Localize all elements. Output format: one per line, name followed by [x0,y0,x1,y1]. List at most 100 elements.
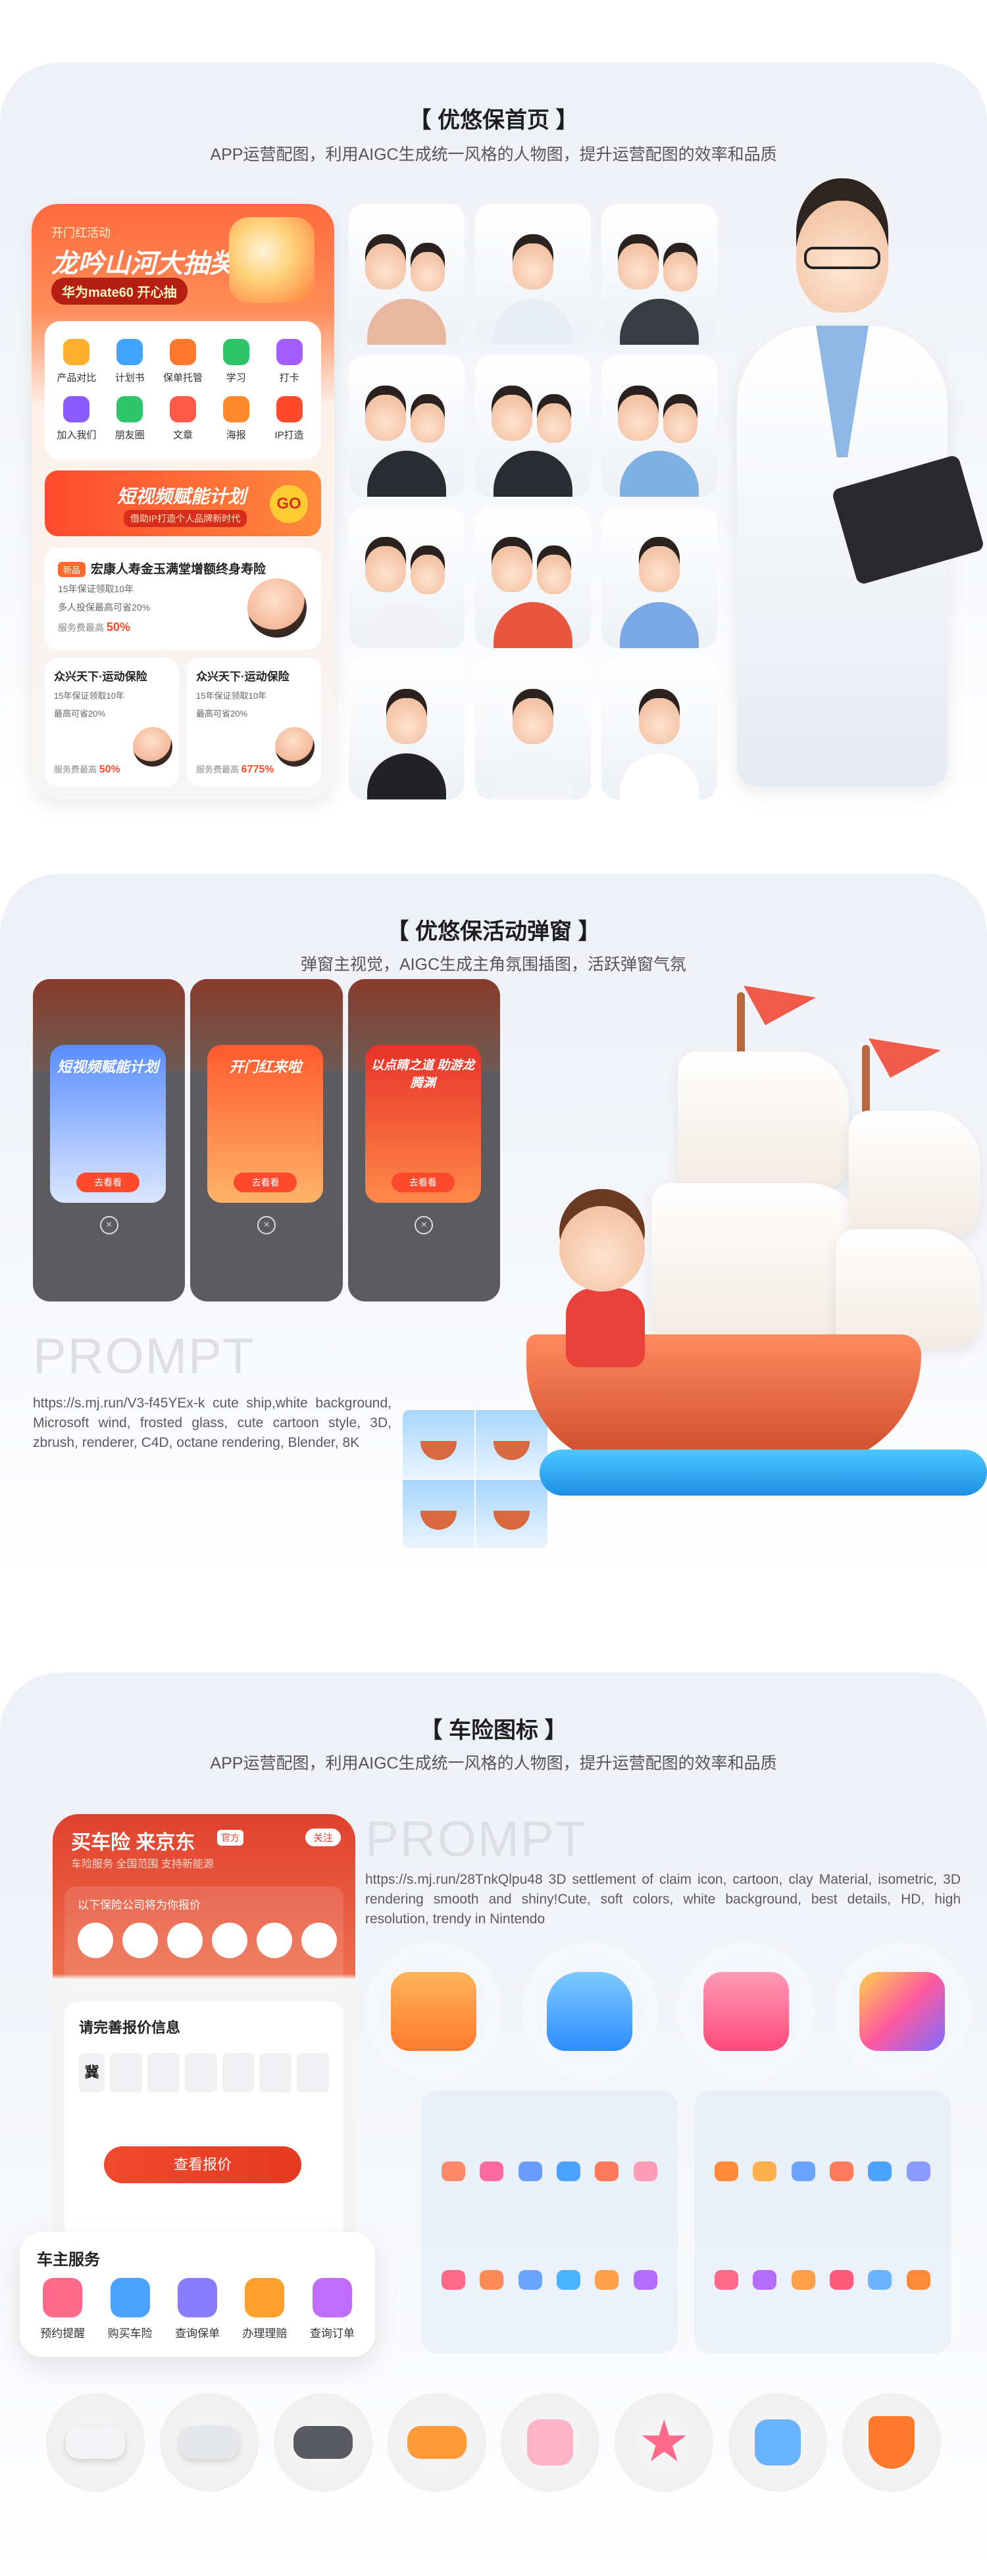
product-mini-card[interactable]: 众兴天下·运动保险 15年保证领取10年 最高可省20% 服务费最高 6775% [187,658,321,786]
car-page-title: 买车险 来京东 [71,1832,195,1854]
plate-prefix[interactable]: 冀 [79,2053,105,2092]
insurer-logo[interactable] [78,1923,113,1958]
section-subtitle: APP运营配图，利用AIGC生成统一风格的人物图，提升运营配图的效率和品质 [210,1754,777,1773]
video-promo-banner[interactable]: 短视频赋能计划 借助IP打造个人品牌新时代 GO [45,470,321,536]
insurer-card: 以下保险公司将为你报价 [64,1886,343,1988]
insurer-card-title: 以下保险公司将为你报价 [78,1899,201,1911]
policy-query-icon [178,2278,218,2317]
feature-label: 产品对比 [57,372,97,384]
promo-subtitle: 借助IP打造个人品牌新时代 [124,510,247,527]
popup-button[interactable]: 去看看 [234,1173,297,1192]
policy-icon [169,339,196,365]
close-icon[interactable]: × [99,1216,118,1234]
prompt-text: https://s.mj.run/V3-f45YEx-k cute ship,w… [33,1396,392,1450]
feature-item[interactable]: 学习 [209,333,263,390]
avatar-grid [349,204,717,799]
icon-set-panel [421,2090,678,2354]
follow-button[interactable]: 关注 [305,1829,341,1846]
official-tag: 官方 [217,1830,243,1846]
service-item[interactable]: 查询订单 [299,2278,366,2340]
service-label: 查询保单 [175,2327,220,2340]
card-line: 最高可省20% [196,709,248,719]
avatar-family [475,507,591,648]
close-icon[interactable]: × [415,1216,434,1234]
feature-item[interactable]: 保单托管 [157,333,210,390]
service-item[interactable]: 办理理赔 [231,2278,298,2340]
close-icon[interactable]: × [257,1216,276,1234]
promo-title: 短视频赋能计划 [117,486,247,507]
feature-item[interactable]: 朋友圈 [103,390,157,447]
service-item[interactable]: 查询保单 [164,2278,231,2340]
popup-button[interactable]: 去看看 [76,1173,139,1192]
agent-avatar [275,727,315,767]
avatar-family [349,507,465,648]
sedan-white-icon [46,2393,145,2492]
popup-title: 短视频赋能计划 [57,1059,159,1075]
star-icon [615,2393,714,2492]
insurer-logo[interactable] [257,1923,292,1958]
prompt-title: PROMPT [33,1328,255,1384]
insurer-logos [78,1923,337,1958]
insurer-logo[interactable] [167,1923,203,1958]
popup-card[interactable]: 开门红来啦 去看看 [207,1045,324,1203]
shield-icon [842,2393,941,2492]
order-icon [312,2278,352,2317]
quote-form-title: 请完善报价信息 [79,2019,181,2036]
popup-card[interactable]: 短视频赋能计划 去看看 [50,1045,166,1203]
folder-icon [834,1942,971,2081]
card-title: 众兴天下·运动保险 [196,670,290,683]
service-label: 购买车险 [107,2327,153,2340]
feature-item[interactable]: 海报 [209,390,263,447]
product-cards: 众兴天下·运动保险 15年保证领取10年 最高可省20% 服务费最高 50% 众… [45,658,321,786]
campaign-banner-title[interactable]: 龙吟山河大抽奖 [51,242,236,280]
card-line: 15年保证领取10年 [54,691,124,701]
prompt-title: PROMPT [365,1811,588,1867]
insurer-logo[interactable] [301,1923,337,1958]
plate-input[interactable]: 冀 [79,2053,330,2092]
feature-item[interactable]: 产品对比 [50,333,103,390]
product-card[interactable]: 新品 宏康人寿金玉满堂增额终身寿险 15年保证领取10年 多人投保最高可省20% … [45,547,321,649]
feature-item[interactable]: 加入我们 [50,390,103,447]
campaign-pill[interactable]: 华为mate60 开心抽 [51,278,188,305]
insurer-logo[interactable] [212,1923,247,1958]
prompt-text: https://s.mj.run/28TnkQlpu48 3D settleme… [365,1872,961,1927]
feature-label: 海报 [226,430,246,441]
section-title: 【 车险图标 】 [420,1718,567,1743]
icon-set-panel [694,2090,951,2354]
avatar-boy [475,204,591,345]
feature-item[interactable]: 文章 [157,390,210,447]
feature-item[interactable]: 计划书 [103,333,157,390]
feature-item[interactable]: IP打造 [263,390,316,447]
gift-box-icon [229,217,315,303]
feature-grid: 产品对比 计划书 保单托管 学习 打卡 加入我们 朋友圈 文章 海报 IP打造 [45,321,321,459]
section-car-icons: 【 车险图标 】 APP运营配图，利用AIGC生成统一风格的人物图，提升运营配图… [0,1673,987,2576]
new-badge: 新品 [58,562,86,577]
service-label: 办理理赔 [242,2327,288,2340]
product-title: 宏康人寿金玉满堂增额终身寿险 [91,563,266,576]
gift-icon [728,2393,828,2492]
go-button[interactable]: GO [270,485,308,523]
avatar-couple-elderly [349,204,465,345]
reminder-icon [43,2278,83,2317]
ip-icon [276,396,303,422]
doctor-illustration [711,161,985,799]
product-mini-card[interactable]: 众兴天下·运动保险 15年保证领取10年 最高可省20% 服务费最高 50% [45,658,179,786]
popup-screen: 短视频赋能计划 去看看 × [33,979,186,1301]
services-title: 车主服务 [37,2251,100,2269]
feature-item[interactable]: 打卡 [263,333,316,390]
feature-label: 打卡 [279,372,299,384]
avatar-nurse [601,658,717,799]
feature-label: 计划书 [114,372,145,384]
service-item[interactable]: 购买车险 [96,2278,163,2340]
services-list: 预约提醒 购买车险 查询保单 办理理赔 查询订单 [29,2278,366,2340]
avatar-couple [475,355,591,497]
service-item[interactable]: 预约提醒 [29,2278,96,2340]
feature-label: IP打造 [274,430,304,441]
campaign-tag: 开门红活动 [51,226,111,240]
avatar-woman [601,507,717,648]
popup-button[interactable]: 去看看 [391,1173,455,1192]
insurer-logo[interactable] [122,1923,158,1958]
view-quote-button[interactable]: 查看报价 [104,2146,301,2183]
sedan-silver-icon [159,2393,259,2492]
claim-icon [245,2278,285,2317]
